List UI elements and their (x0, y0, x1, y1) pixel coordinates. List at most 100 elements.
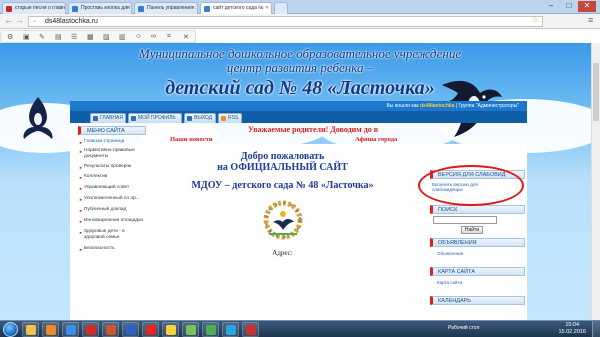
site-map-header: КАРТА САЙТА (430, 267, 525, 276)
browser-tab-2[interactable]: Проставь кнопка для ✕ (68, 2, 132, 14)
browser-tab-1[interactable]: старые песни о главн ✕ (2, 2, 66, 14)
tab-favicon-icon (204, 6, 210, 12)
scrollbar-thumb[interactable] (593, 63, 599, 121)
minimize-button[interactable]: – (542, 1, 560, 12)
pdf-icon (246, 325, 256, 335)
header-line-2: центр развития ребенка – (226, 60, 374, 75)
taskbar-app-button[interactable] (42, 322, 59, 337)
search-input[interactable] (433, 216, 497, 224)
star-icon[interactable]: ☆ (532, 15, 539, 24)
desktop-label[interactable]: Рабочий стол (448, 325, 479, 331)
toolbar-page-icon[interactable]: ▤ (55, 33, 62, 41)
toolbar-close-icon[interactable]: ✕ (183, 33, 189, 41)
taskbar-app-button[interactable] (242, 322, 259, 337)
taskbar-app-button[interactable] (82, 322, 99, 337)
menu-item[interactable]: ► Уполномоченный по пр... (79, 196, 146, 202)
menu-item[interactable]: ► Здоровые дети - в здоровой семье (79, 229, 146, 240)
toolbar-edit-icon[interactable]: ✎ (39, 33, 45, 41)
nav-rss-label: RSS (228, 115, 239, 121)
logout-icon (187, 116, 192, 121)
opera-icon (86, 325, 96, 335)
toolbar-settings-icon[interactable]: ⚙ (7, 33, 13, 41)
toolbar-link-icon[interactable]: ∞ (151, 33, 156, 40)
skype-icon (226, 325, 236, 335)
menu-item[interactable]: ► Нормативно-правовые документы (79, 148, 146, 159)
nav-profile[interactable]: МОЙ ПРОФИЛЬ (128, 113, 182, 123)
menu-icon[interactable]: ≡ (588, 15, 593, 25)
nav-logout-label: ВЫХОД (194, 115, 213, 121)
address-bar: ← → ▫ ds48lastochka.ru ☆ ≡ (0, 14, 600, 29)
powerpoint-icon (106, 325, 116, 335)
taskbar-app-button[interactable] (102, 322, 119, 337)
nav-profile-label: МОЙ ПРОФИЛЬ (138, 115, 176, 121)
system-clock[interactable]: 15:04 15.02.2016 (558, 322, 586, 336)
header-line-3: детский сад № 48 «Ласточка» (165, 77, 435, 99)
taskbar-app-button[interactable] (162, 322, 179, 337)
back-arrow-icon[interactable]: ← (4, 15, 13, 25)
forward-arrow-icon[interactable]: → (15, 15, 24, 25)
menu-item[interactable]: ► Публичный доклад (79, 207, 146, 213)
menu-item[interactable]: ► Результаты проверок (79, 164, 146, 170)
username-link[interactable]: ds48lastochka (420, 103, 454, 109)
ads-link[interactable]: Объявления (437, 251, 463, 256)
menu-item[interactable]: ► Безопасность (79, 246, 146, 252)
close-tab-icon[interactable]: ✕ (191, 3, 195, 14)
profile-icon (131, 116, 136, 121)
tab-favicon-icon (138, 6, 144, 12)
user-status-bar: Вы вошли как ds48lastochka | Группа "Адм… (70, 101, 527, 111)
close-tab-icon[interactable]: ✕ (265, 3, 269, 14)
ie-icon (66, 325, 76, 335)
url-input[interactable]: ▫ ds48lastochka.ru (28, 16, 543, 27)
toolbar-image-icon[interactable]: ▨ (103, 33, 110, 41)
windows-taskbar: Рабочий стол 15:04 15.02.2016 (0, 320, 600, 337)
close-tab-icon[interactable]: ✕ (125, 3, 129, 14)
nav-home[interactable]: ГЛАВНАЯ (90, 113, 126, 123)
nav-logout[interactable]: ВЫХОД (184, 113, 216, 123)
show-desktop-button[interactable] (592, 321, 600, 337)
menu-item[interactable]: ► Инновационная площадка (79, 218, 146, 224)
menu-item[interactable]: ► Главная страница (79, 139, 146, 145)
browser-tab-3[interactable]: Панель управления : ✕ (134, 2, 198, 14)
toolbar-window-icon[interactable]: ▣ (23, 33, 30, 41)
new-tab-button[interactable] (274, 2, 288, 14)
taskbar-app-button[interactable] (222, 322, 239, 337)
editor-toolbar: ⚙ ▣ ✎ ▤ ☰ ▦ ▨ ▥ ☺ ∞ ⌗ ✕ (0, 30, 196, 43)
taskbar-app-button[interactable] (62, 322, 79, 337)
user-prefix: Вы вошли как (386, 103, 419, 109)
browser-tab-4[interactable]: сайт детского сада № ✕ (200, 2, 272, 14)
marquee-announcement: Уважаемые родители! Доводим до в (248, 125, 379, 134)
paint-icon (186, 325, 196, 335)
search-button[interactable]: Найти (461, 226, 483, 234)
url-text: ds48lastochka.ru (45, 18, 98, 25)
kindergarten-emblem-icon (263, 200, 303, 240)
taskbar-app-button[interactable] (182, 322, 199, 337)
menu-item[interactable]: ► Управляющий совет (79, 185, 146, 191)
maximize-button[interactable]: □ (560, 1, 578, 12)
toolbar-user-icon[interactable]: ☺ (135, 33, 142, 40)
close-window-button[interactable]: ✕ (578, 1, 596, 12)
tab-title: старые песни о главн (15, 5, 65, 11)
toolbar-chart-icon[interactable]: ▥ (119, 33, 126, 41)
toolbar-list-icon[interactable]: ☰ (71, 33, 77, 41)
taskbar-app-button[interactable] (22, 322, 39, 337)
tab-title: Проставь кнопка для (81, 5, 130, 11)
clock-date: 15.02.2016 (558, 329, 586, 335)
yandex-browser-icon (166, 325, 176, 335)
taskbar-app-button[interactable] (142, 322, 159, 337)
news-link[interactable]: Наши новости (170, 136, 213, 143)
taskbar-app-button[interactable] (122, 322, 139, 337)
nav-rss[interactable]: RSS (218, 113, 242, 123)
toolbar-code-icon[interactable]: ⌗ (167, 33, 171, 41)
close-tab-icon[interactable]: ✕ (59, 3, 63, 14)
page-scrollbar[interactable] (591, 43, 600, 320)
site-map-link[interactable]: Карта сайта (437, 280, 462, 285)
welcome-line-2: на ОФИЦИАЛЬНЫЙ САЙТ (217, 162, 348, 173)
tab-title: Панель управления : (147, 5, 196, 11)
poster-link[interactable]: Афиша города (355, 136, 397, 143)
site-navbar: ГЛАВНАЯ МОЙ ПРОФИЛЬ ВЫХОД RSS (70, 111, 527, 123)
toolbar-grid-icon[interactable]: ▦ (87, 33, 94, 41)
chrome-icon (206, 325, 216, 335)
menu-item[interactable]: ► Коллектив (79, 174, 146, 180)
taskbar-app-button[interactable] (202, 322, 219, 337)
start-button[interactable] (3, 322, 18, 337)
